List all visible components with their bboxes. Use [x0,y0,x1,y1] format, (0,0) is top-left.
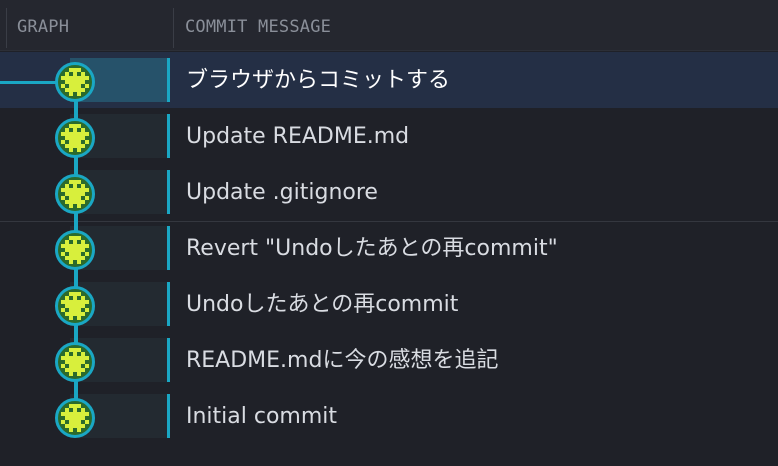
commit-row[interactable]: Update .gitignore [0,164,778,220]
commit-message: README.mdに今の感想を追記 [186,348,499,373]
row-branch-marker [167,58,170,102]
commit-message: Undoしたあとの再commit [186,292,459,317]
author-avatar-icon[interactable] [55,62,95,102]
commit-message: Initial commit [186,404,338,429]
commit-message: Revert "Undoしたあとの再commit" [186,236,558,261]
graph-column-header[interactable]: GRAPH [17,0,69,50]
row-branch-marker [167,282,170,326]
row-branch-marker [167,170,170,214]
row-branch-marker [167,338,170,382]
commit-message-column-header[interactable]: COMMIT MESSAGE [185,0,331,50]
row-branch-marker [167,226,170,270]
author-avatar-icon[interactable] [55,342,95,382]
commit-graph-panel: GRAPH COMMIT MESSAGE ブラウザからコミットする Update… [0,0,778,466]
column-resize-handle-graph-message[interactable] [173,8,174,48]
commit-row[interactable]: Undoしたあとの再commit [0,276,778,332]
commit-message: ブラウザからコミットする [186,68,451,93]
author-avatar-icon[interactable] [55,118,95,158]
commit-row[interactable]: Update README.md [0,108,778,164]
author-avatar-icon[interactable] [55,230,95,270]
row-divider [0,221,778,222]
author-avatar-icon[interactable] [55,398,95,438]
author-avatar-icon[interactable] [55,286,95,326]
commit-message: Update .gitignore [186,180,378,205]
commit-row[interactable]: Revert "Undoしたあとの再commit" [0,220,778,276]
row-branch-marker [167,394,170,438]
row-branch-marker [167,114,170,158]
branch-connector-line [0,81,60,84]
commit-row[interactable]: README.mdに今の感想を追記 [0,332,778,388]
column-header-bar: GRAPH COMMIT MESSAGE [0,0,778,51]
commit-row-selected[interactable]: ブラウザからコミットする [0,52,778,108]
commit-row[interactable]: Initial commit [0,388,778,444]
author-avatar-icon[interactable] [55,174,95,214]
column-resize-handle-left[interactable] [6,8,7,48]
commit-message: Update README.md [186,124,410,149]
